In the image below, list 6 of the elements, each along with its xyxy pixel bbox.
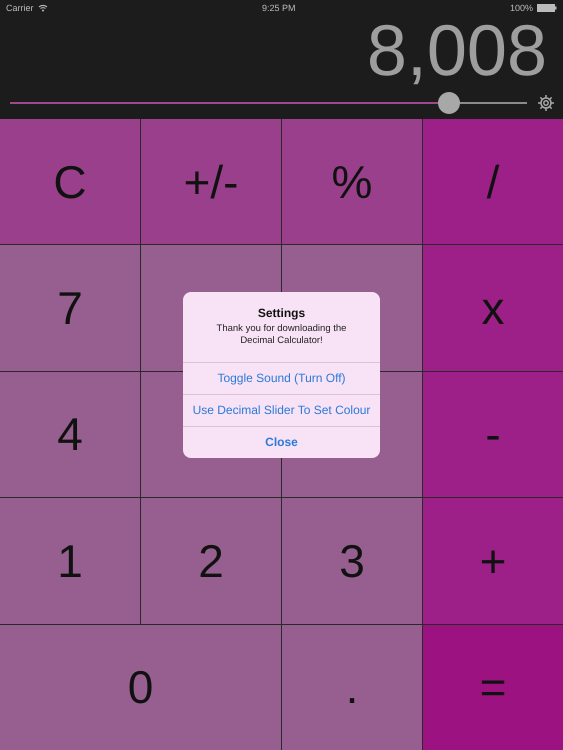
carrier-label: Carrier [6, 3, 34, 13]
battery-percent: 100% [510, 3, 533, 13]
dialog-title: Settings [258, 306, 306, 320]
dialog-message: Thank you for downloading the Decimal Calculator! [216, 323, 348, 348]
display-value: 8,008 [366, 15, 547, 87]
clock: 9:25 PM [262, 3, 296, 13]
